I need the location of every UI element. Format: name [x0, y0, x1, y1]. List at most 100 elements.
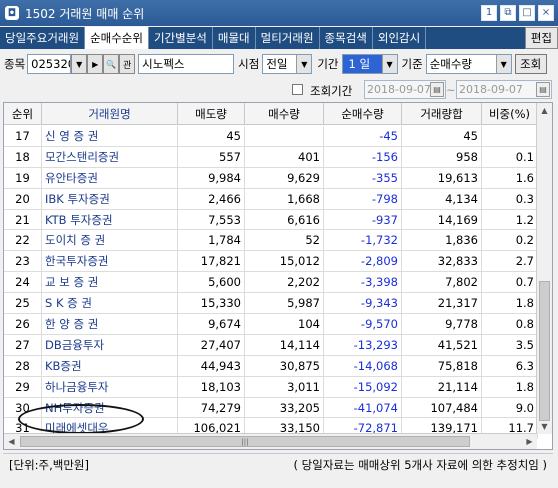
calendar-icon[interactable]: ▤	[536, 82, 550, 97]
broker-cell: 유안타증권	[42, 167, 178, 188]
tab-bar: 당일주요거래원 순매수순위 기간별분석 매물대 멀티거래원 종목검색 외인감시 …	[0, 27, 558, 49]
table-row[interactable]: 29 하나금융투자 18,103 3,011 -15,092 21,114 1.8	[4, 376, 538, 398]
stock-code-input[interactable]: 025320	[27, 54, 72, 74]
scroll-right-icon[interactable]: ▶	[522, 434, 537, 449]
col-ratio[interactable]: 비중(%)	[482, 103, 538, 125]
status-bar: [단위:주,백만원] ( 당일자료는 매매상위 5개사 자료에 의한 추정치임 …	[3, 453, 553, 475]
next-stock-button[interactable]: ▶	[87, 54, 104, 74]
number-icon-button[interactable]: 1	[481, 5, 497, 21]
horizontal-scrollbar[interactable]: ◀ ||| ▶	[4, 433, 537, 449]
table-row[interactable]: 18 모간스탠리증권 557 401 -156 958 0.1	[4, 146, 538, 168]
table-row[interactable]: 17 신 영 증 권 45 -45 45	[4, 126, 538, 147]
rank-cell: 20	[4, 188, 42, 209]
scroll-up-icon[interactable]: ▲	[537, 103, 552, 118]
net-buy-cell: -9,343	[324, 293, 402, 314]
chevron-down-icon: ▼	[495, 55, 511, 73]
rank-cell: 21	[4, 209, 42, 230]
tab-multi-broker[interactable]: 멀티거래원	[256, 27, 320, 49]
date-separator: ~	[446, 83, 456, 97]
table-row[interactable]: 28 KB증권 44,943 30,875 -14,068 75,818 6.3	[4, 355, 538, 377]
tab-net-buy-rank[interactable]: 순매수순위	[85, 27, 149, 49]
sell-cell: 7,553	[178, 209, 245, 230]
total-cell: 14,169	[402, 209, 482, 230]
table-row[interactable]: 21 KTB 투자증권 7,553 6,616 -937 14,169 1.2	[4, 209, 538, 231]
chevron-down-icon: ▼	[296, 55, 312, 73]
tab-foreign-watch[interactable]: 외인감시	[373, 27, 427, 49]
criteria-select-value: 순매수량	[429, 57, 473, 71]
rank-cell: 22	[4, 230, 42, 251]
date-to-input[interactable]: 2018-09-07 ▤	[456, 80, 552, 99]
hangul-icon[interactable]: 관	[119, 54, 136, 74]
buy-cell: 5,987	[245, 293, 324, 314]
table-row[interactable]: 24 교 보 증 권 5,600 2,202 -3,398 7,802 0.7	[4, 272, 538, 294]
total-cell: 45	[402, 126, 482, 146]
broker-cell: 모간스탠리증권	[42, 146, 178, 167]
stock-label: 종목	[4, 57, 26, 71]
period-select[interactable]: 1 일 ▼	[341, 54, 398, 74]
ratio-cell: 0.2	[482, 230, 538, 251]
query-period-checkbox[interactable]	[292, 84, 303, 95]
sell-cell: 5,600	[178, 272, 245, 293]
col-rank[interactable]: 순위	[4, 103, 42, 125]
broker-cell: 하나금융투자	[42, 376, 178, 397]
buy-cell: 104	[245, 314, 324, 334]
col-total[interactable]: 거래량합	[402, 103, 482, 125]
total-cell: 107,484	[402, 397, 482, 418]
vertical-scrollbar[interactable]: ▲ ▼	[536, 103, 552, 434]
title-bar: ◘ 1502 거래원 매매 순위 1 ⧉ □ ×	[0, 0, 558, 26]
table-row[interactable]: 20 IBK 투자증권 2,466 1,668 -798 4,134 0.3	[4, 188, 538, 210]
table-row[interactable]: 19 유안타증권 9,984 9,629 -355 19,613 1.6	[4, 167, 538, 189]
tab-period-analysis[interactable]: 기간별분석	[149, 27, 213, 49]
rank-cell: 25	[4, 293, 42, 314]
sell-cell: 9,674	[178, 314, 245, 334]
close-button[interactable]: ×	[538, 5, 554, 21]
col-broker[interactable]: 거래원명	[42, 103, 178, 125]
tab-daily-brokers[interactable]: 당일주요거래원	[0, 27, 86, 49]
date-from-input[interactable]: 2018-09-07 ▤	[364, 80, 446, 99]
buy-cell: 15,012	[245, 251, 324, 272]
time-select[interactable]: 전일 ▼	[262, 54, 313, 74]
edit-button[interactable]: 편집	[524, 27, 558, 49]
sell-cell: 2,466	[178, 188, 245, 209]
total-cell: 21,317	[402, 293, 482, 314]
scroll-left-icon[interactable]: ◀	[4, 434, 19, 449]
col-sell[interactable]: 매도량	[178, 103, 245, 125]
table-row[interactable]: 23 한국투자증권 17,821 15,012 -2,809 32,833 2.7	[4, 251, 538, 273]
net-buy-cell: -2,809	[324, 251, 402, 272]
query-button[interactable]: 조회	[514, 54, 547, 74]
table-row[interactable]: 25 S K 증 권 15,330 5,987 -9,343 21,317 1.8	[4, 293, 538, 315]
table-row[interactable]: 22 도이치 증 권 1,784 52 -1,732 1,836 0.2	[4, 230, 538, 252]
total-cell: 4,134	[402, 188, 482, 209]
minimize-button[interactable]: □	[519, 5, 535, 21]
table-row[interactable]: 26 한 양 증 권 9,674 104 -9,570 9,778 0.8	[4, 314, 538, 335]
link-icon-button[interactable]: ⧉	[500, 5, 516, 21]
table-header: 순위 거래원명 매도량 매수량 순매수량 거래량합 비중(%)	[4, 103, 538, 125]
rank-cell: 29	[4, 376, 42, 397]
rank-cell: 23	[4, 251, 42, 272]
sell-cell: 9,984	[178, 167, 245, 188]
scroll-down-icon[interactable]: ▼	[537, 419, 552, 434]
broker-cell: 신 영 증 권	[42, 126, 178, 146]
rank-cell: 17	[4, 126, 42, 146]
ratio-cell: 9.0	[482, 397, 538, 418]
col-buy[interactable]: 매수량	[245, 103, 324, 125]
net-buy-cell: -937	[324, 209, 402, 230]
horizontal-scroll-thumb[interactable]: |||	[20, 436, 470, 447]
tab-stock-search[interactable]: 종목검색	[320, 27, 373, 49]
col-net-buy[interactable]: 순매수량	[324, 103, 402, 125]
criteria-select[interactable]: 순매수량 ▼	[425, 54, 512, 74]
ratio-cell	[482, 126, 538, 146]
stock-dropdown-button[interactable]: ▼	[71, 54, 88, 74]
ratio-cell: 6.3	[482, 355, 538, 376]
period-select-value: 1 일	[342, 55, 383, 73]
highlight-ellipse	[18, 404, 144, 434]
tab-volume-profile[interactable]: 매물대	[213, 27, 256, 49]
total-cell: 19,613	[402, 167, 482, 188]
calendar-icon[interactable]: ▤	[430, 82, 444, 97]
broker-cell: DB금융투자	[42, 334, 178, 355]
criteria-label: 기준	[401, 57, 423, 71]
table-row[interactable]: 27 DB금융투자 27,407 14,114 -13,293 41,521 3.5	[4, 334, 538, 356]
vertical-scroll-thumb[interactable]	[539, 281, 550, 421]
search-icon[interactable]: 🔍	[103, 54, 120, 74]
ratio-cell: 2.7	[482, 251, 538, 272]
